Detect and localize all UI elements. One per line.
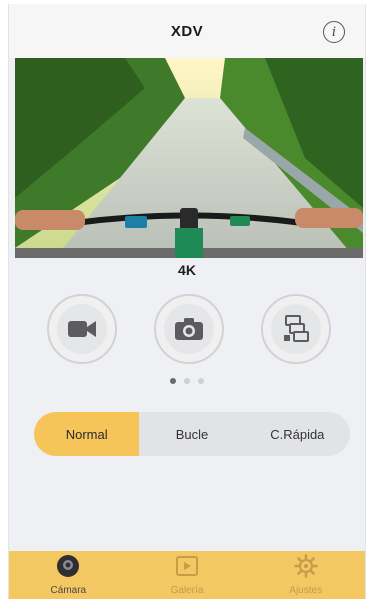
tab-label: Galería: [170, 585, 204, 596]
top-bar: XDV i: [9, 4, 365, 58]
record-mode-selector: Normal Bucle C.Rápida: [34, 412, 350, 456]
tab-gallery[interactable]: Galería: [128, 551, 247, 599]
photo-mode-button[interactable]: [154, 294, 224, 364]
app-screen: XDV i 4K Normal Bucle C.Rápida Cámara Ga…: [8, 4, 366, 599]
gallery-tab-icon: [175, 554, 199, 583]
photo-camera-icon: [164, 304, 214, 354]
resolution-label: 4K: [178, 262, 196, 278]
camera-tab-icon: [56, 554, 80, 583]
page-dot[interactable]: [184, 378, 190, 384]
segment-bucle[interactable]: Bucle: [139, 412, 244, 456]
page-dot[interactable]: [198, 378, 204, 384]
burst-icon: [271, 304, 321, 354]
settings-tab-icon: [293, 554, 318, 583]
video-mode-button[interactable]: [47, 294, 117, 364]
camera-preview[interactable]: [15, 58, 363, 258]
road-bike-scene: [15, 58, 363, 258]
segment-normal[interactable]: Normal: [34, 412, 140, 456]
video-camera-icon: [57, 304, 107, 354]
page-indicator: [9, 378, 365, 384]
page-title: XDV: [170, 22, 204, 40]
tab-label: Cámara: [50, 585, 87, 596]
tab-settings[interactable]: Ajustes: [246, 551, 365, 599]
tab-camera[interactable]: Cámara: [9, 551, 128, 599]
page-dot[interactable]: [170, 378, 176, 384]
burst-mode-button[interactable]: [261, 294, 331, 364]
segment-c-rapida[interactable]: C.Rápida: [245, 412, 350, 456]
info-icon[interactable]: i: [323, 21, 345, 43]
tab-label: Ajustes: [289, 585, 323, 596]
bottom-tab-bar: Cámara Galería Ajustes: [9, 551, 365, 599]
